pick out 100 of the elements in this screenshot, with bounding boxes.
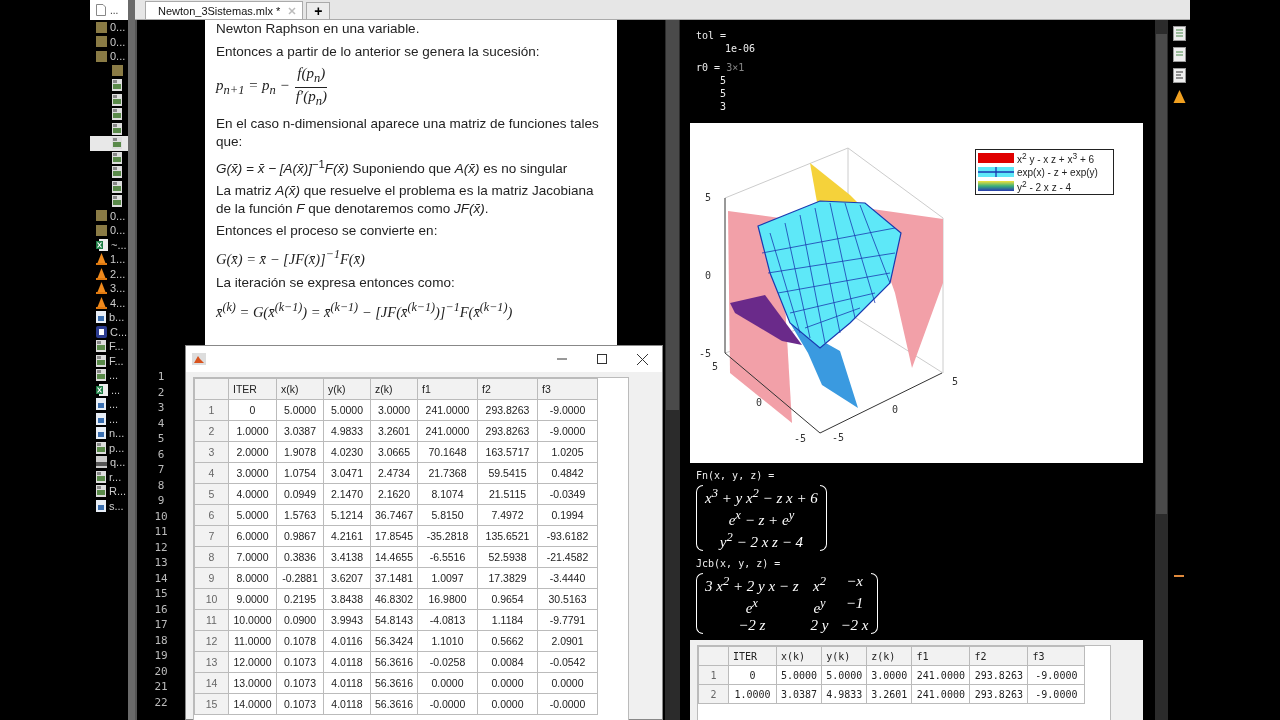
line-number: 3: [157, 400, 165, 416]
file-item[interactable]: F...: [90, 353, 128, 368]
row-header: 2: [194, 420, 229, 442]
file-item[interactable]: ...: [90, 397, 128, 412]
column-header[interactable]: ...: [90, 0, 128, 20]
paragraph: La matriz A(x̄) que resuelve el problema es la matriz Jacobiana de la función F que denotaremos como JF(x̄).: [216, 182, 595, 217]
file-item[interactable]: 0...: [90, 208, 128, 223]
column-header: ITER: [228, 378, 277, 400]
tick-label: 0: [704, 270, 711, 281]
column-header: y(k): [323, 378, 371, 400]
paragraph: Newton Raphson en una variable.: [216, 20, 421, 38]
tick-label: 5: [704, 192, 711, 203]
folder-icon: [96, 210, 107, 222]
line-number: 7: [157, 462, 165, 478]
file-item[interactable]: 2...: [90, 266, 128, 281]
warning-icon[interactable]: [1172, 89, 1186, 104]
list-icon[interactable]: [1172, 68, 1186, 83]
variable-value: 3: [719, 100, 728, 113]
column-header: f2: [477, 378, 538, 400]
file-item[interactable]: 0...: [90, 34, 128, 49]
file-item[interactable]: p...: [90, 440, 128, 455]
file-item[interactable]: ...: [90, 382, 128, 397]
matrix-entry: 2 y: [810, 617, 829, 634]
folder-icon: [112, 65, 123, 77]
file-item[interactable]: 0...: [90, 49, 128, 64]
live-script-icon: [112, 151, 122, 164]
scrollbar[interactable]: [665, 20, 680, 720]
line-number: 20: [154, 663, 168, 679]
variable-name: tol =: [695, 29, 728, 42]
file-item[interactable]: 3...: [90, 281, 128, 296]
column-header: x(k): [276, 378, 324, 400]
line-number: 10: [154, 508, 168, 524]
column-header: f3: [537, 378, 598, 400]
file-item[interactable]: 1...: [90, 252, 128, 267]
file-item[interactable]: n...: [90, 426, 128, 441]
row-header: 9: [194, 567, 229, 589]
file-item[interactable]: 4...: [90, 295, 128, 310]
file-item[interactable]: ...: [90, 411, 128, 426]
tick-label: 0: [892, 404, 899, 415]
live-script-icon: [96, 340, 106, 353]
line-number: 15: [154, 586, 168, 602]
row-header: 13: [194, 651, 229, 673]
denominator: f′(p$_{n}$): [294, 88, 328, 110]
legend-label: x$^{2}$ y - x z + x$^{3}$ + 6: [1017, 150, 1095, 166]
line-number: 18: [154, 632, 168, 648]
line-number: 22: [154, 694, 168, 710]
folder-icon: [96, 224, 107, 236]
file-item[interactable]: 0...: [90, 20, 128, 35]
variable-name: r0 = 3×1: [695, 61, 746, 74]
tick-label: 5: [711, 361, 718, 372]
column-header: f1: [417, 378, 478, 400]
document-icon: [96, 4, 106, 16]
line-number: 4: [157, 415, 165, 431]
line-number: 2: [157, 384, 165, 400]
matrix-entry: −x: [845, 573, 864, 591]
editor-tab[interactable]: Newton_3Sistemas.mlx *: [145, 1, 304, 19]
scrollbar[interactable]: [1155, 20, 1168, 720]
column-header: x(k): [776, 646, 822, 666]
matrix-entry: 3 x$^{2}$ + 2 y x − z: [705, 573, 799, 595]
legend-swatch: [978, 181, 1014, 191]
live-script-icon: [96, 354, 106, 367]
file-item[interactable]: 0...: [90, 223, 128, 238]
row-header: 8: [194, 546, 229, 568]
live-script-icon: [112, 166, 122, 179]
file-item[interactable]: F...: [90, 339, 128, 354]
file-item[interactable]: R...: [90, 484, 128, 499]
image-file-icon: [96, 499, 106, 512]
document-icon[interactable]: [1172, 47, 1186, 62]
file-item[interactable]: C...: [90, 324, 128, 339]
spreadsheet-icon: [96, 238, 108, 251]
file-item[interactable]: q...: [90, 455, 128, 470]
row-header: 11: [194, 609, 229, 631]
file-item[interactable]: r...: [90, 469, 128, 484]
variable-value: 5: [719, 74, 728, 87]
file-item[interactable]: b...: [90, 310, 128, 325]
row-header: 12: [194, 630, 229, 652]
line-number: 13: [154, 555, 168, 571]
matrix-entry: −1: [844, 595, 865, 613]
panel-icon[interactable]: [1172, 26, 1186, 41]
file-item[interactable]: ...: [90, 368, 128, 383]
file-item[interactable]: s...: [90, 498, 128, 513]
live-script-icon: [96, 470, 106, 483]
row-header: 14: [194, 672, 229, 694]
line-number: 16: [154, 601, 168, 617]
app-icon: [192, 353, 206, 365]
row-header: 15: [194, 693, 229, 715]
column-header: f1: [911, 646, 970, 666]
tick-label: -5: [698, 348, 711, 359]
line-number: 12: [154, 539, 168, 555]
file-item[interactable]: ~...: [90, 237, 128, 252]
live-script-icon: [112, 195, 122, 208]
variable-value: 1e-06: [724, 42, 757, 55]
live-script-icon: [112, 108, 122, 121]
variable-name: Jcb(x, y, z) =: [695, 557, 782, 570]
folder-icon: [96, 36, 107, 48]
image-file-icon: [96, 398, 106, 411]
new-tab-button[interactable]: +: [306, 2, 331, 19]
numerator: f(p$_{n}$): [295, 65, 328, 88]
matrix-entry: −2 x: [840, 617, 869, 634]
paragraph: Entonces a partir de lo anterior se genera la sucesión:: [216, 42, 541, 60]
